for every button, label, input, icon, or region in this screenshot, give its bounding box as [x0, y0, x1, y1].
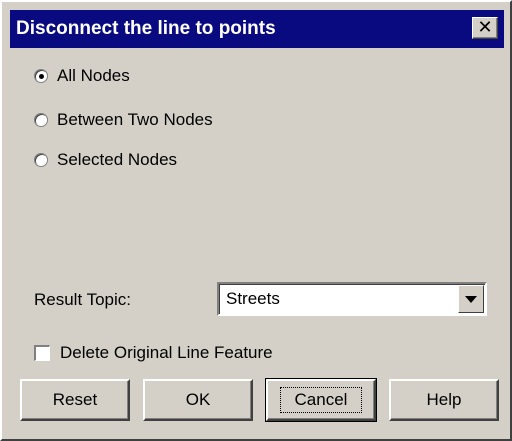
radio-all-nodes[interactable]: All Nodes — [34, 64, 130, 88]
result-topic-select[interactable]: Streets — [217, 282, 487, 316]
cancel-button[interactable]: Cancel — [265, 378, 377, 422]
help-button-label: Help — [426, 390, 462, 409]
delete-original-line-feature[interactable]: Delete Original Line Feature — [34, 341, 273, 365]
dropdown-button[interactable] — [458, 285, 484, 313]
radio-between-two-nodes[interactable]: Between Two Nodes — [34, 108, 213, 132]
result-topic-label: Result Topic: — [34, 290, 132, 309]
radio-label: Between Two Nodes — [57, 110, 213, 129]
delete-original-checkbox[interactable] — [34, 345, 50, 361]
radio-selected-nodes[interactable]: Selected Nodes — [34, 148, 177, 172]
radio-label: All Nodes — [57, 66, 130, 85]
help-button[interactable]: Help — [389, 379, 499, 421]
checkbox-label: Delete Original Line Feature — [60, 343, 273, 362]
cancel-button-label: Cancel — [279, 387, 363, 413]
window-title: Disconnect the line to points — [16, 18, 276, 39]
radio-label: Selected Nodes — [57, 150, 178, 169]
radio-button[interactable] — [34, 113, 48, 127]
chevron-down-icon — [465, 295, 477, 303]
dialog-window: Disconnect the line to points ✕ All Node… — [0, 0, 512, 441]
radio-button-checked[interactable] — [34, 69, 48, 83]
title-bar: Disconnect the line to points ✕ — [10, 10, 504, 48]
close-button[interactable]: ✕ — [472, 17, 498, 39]
close-icon: ✕ — [477, 17, 493, 38]
ok-button-label: OK — [185, 390, 211, 409]
radio-button[interactable] — [34, 153, 48, 167]
result-topic-value: Streets — [226, 289, 280, 308]
reset-button[interactable]: Reset — [20, 379, 130, 421]
reset-button-label: Reset — [52, 390, 98, 409]
ok-button[interactable]: OK — [143, 379, 253, 421]
